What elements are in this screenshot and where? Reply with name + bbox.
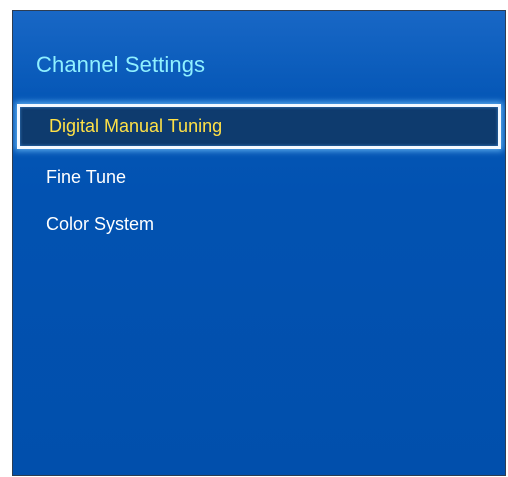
panel-title: Channel Settings: [36, 52, 206, 77]
menu-item-fine-tune[interactable]: Fine Tune: [13, 155, 126, 200]
channel-settings-panel: Channel Settings Digital Manual Tuning F…: [12, 10, 506, 476]
menu-item-digital-manual-tuning[interactable]: Digital Manual Tuning: [17, 104, 501, 149]
screen: Channel Settings Digital Manual Tuning F…: [0, 0, 508, 477]
menu-item-color-system[interactable]: Color System: [13, 202, 154, 247]
